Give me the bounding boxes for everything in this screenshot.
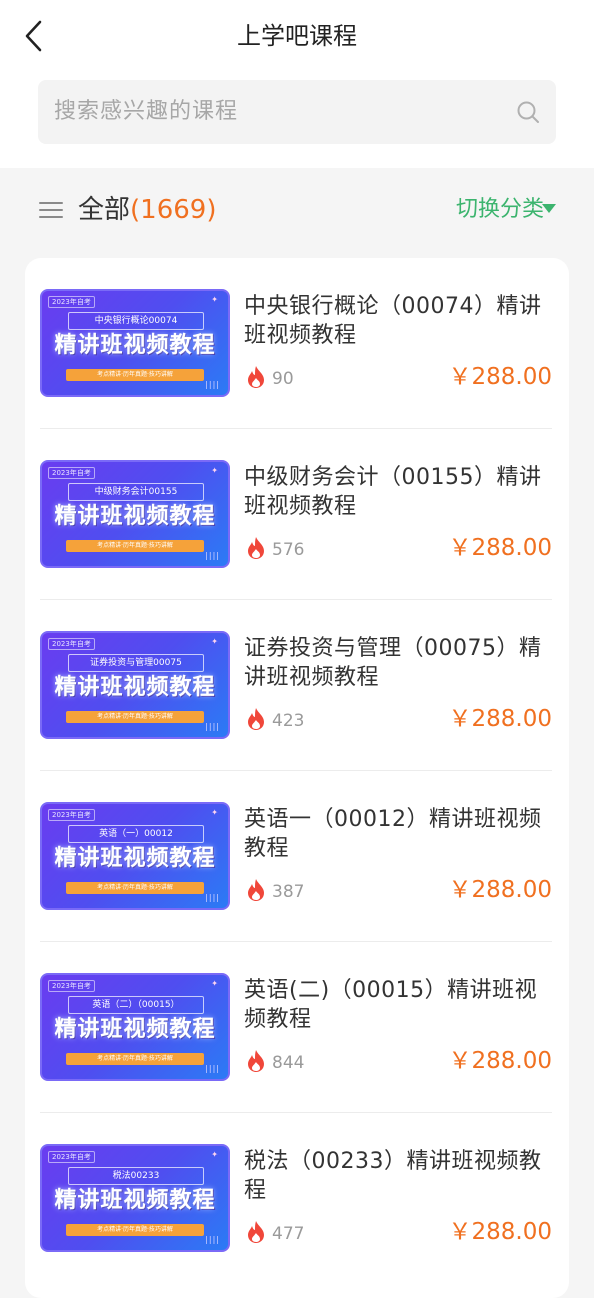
thumb-strip: 考点精讲·历年真题·技巧讲解: [66, 540, 204, 552]
course-count: (1669): [130, 195, 217, 225]
sparkle-icon: ✦: [211, 637, 218, 646]
course-title[interactable]: 税法（00233）精讲班视频教程: [244, 1147, 554, 1205]
thumb-headline: 精讲班视频教程: [54, 846, 216, 871]
list-item[interactable]: 2023年自考 ✦ 英语（一）00012 精讲班视频教程 考点精讲·历年真题·技…: [40, 771, 552, 942]
list-item[interactable]: 2023年自考 ✦ 税法00233 精讲班视频教程 考点精讲·历年真题·技巧讲解…: [40, 1113, 552, 1284]
thumb-headline: 精讲班视频教程: [54, 504, 216, 529]
thumb-strip: 考点精讲·历年真题·技巧讲解: [66, 711, 204, 723]
flame-icon: [248, 537, 264, 559]
sparkle-icon: ✦: [211, 1150, 218, 1159]
course-title[interactable]: 英语一（00012）精讲班视频教程: [244, 805, 554, 863]
thumb-strip: 考点精讲·历年真题·技巧讲解: [66, 882, 204, 894]
search-input[interactable]: 搜索感兴趣的课程: [38, 80, 556, 144]
thumb-strip: 考点精讲·历年真题·技巧讲解: [66, 1224, 204, 1236]
sparkle-icon: ✦: [211, 466, 218, 475]
course-thumbnail[interactable]: 2023年自考 ✦ 中级财务会计00155 精讲班视频教程 考点精讲·历年真题·…: [40, 460, 230, 568]
thumb-headline: 精讲班视频教程: [54, 333, 216, 358]
search-icon[interactable]: [516, 100, 540, 124]
thumb-badge: 2023年自考: [48, 296, 95, 308]
thumb-subject: 英语（一）00012: [68, 825, 204, 843]
view-count: 387: [272, 882, 305, 902]
thumb-dots: ||||: [205, 1235, 220, 1244]
course-thumbnail[interactable]: 2023年自考 ✦ 英语（一）00012 精讲班视频教程 考点精讲·历年真题·技…: [40, 802, 230, 910]
thumb-subject: 中级财务会计00155: [68, 483, 204, 501]
sparkle-icon: ✦: [211, 979, 218, 988]
menu-icon[interactable]: [39, 201, 63, 219]
search-placeholder: 搜索感兴趣的课程: [54, 99, 239, 124]
thumb-dots: ||||: [205, 380, 220, 389]
thumb-badge: 2023年自考: [48, 467, 95, 479]
course-title[interactable]: 中央银行概论（00074）精讲班视频教程: [244, 292, 554, 350]
thumb-badge: 2023年自考: [48, 980, 95, 992]
thumb-dots: ||||: [205, 722, 220, 731]
list-item[interactable]: 2023年自考 ✦ 中级财务会计00155 精讲班视频教程 考点精讲·历年真题·…: [40, 429, 552, 600]
course-list: 2023年自考 ✦ 中央银行概论00074 精讲班视频教程 考点精讲·历年真题·…: [25, 258, 569, 1298]
thumb-dots: ||||: [205, 1064, 220, 1073]
flame-icon: [248, 1221, 264, 1243]
view-count: 90: [272, 369, 294, 389]
course-thumbnail[interactable]: 2023年自考 ✦ 税法00233 精讲班视频教程 考点精讲·历年真题·技巧讲解…: [40, 1144, 230, 1252]
course-price: ￥288.00: [448, 364, 552, 390]
flame-icon: [248, 366, 264, 388]
view-count: 477: [272, 1224, 305, 1244]
flame-icon: [248, 879, 264, 901]
top-bar: 上学吧课程 搜索感兴趣的课程: [0, 0, 594, 168]
thumb-headline: 精讲班视频教程: [54, 675, 216, 700]
thumb-badge: 2023年自考: [48, 638, 95, 650]
course-count-value: 1669: [140, 195, 207, 225]
course-thumbnail[interactable]: 2023年自考 ✦ 证券投资与管理00075 精讲班视频教程 考点精讲·历年真题…: [40, 631, 230, 739]
view-count: 576: [272, 540, 305, 560]
switch-category-button[interactable]: 切换分类: [456, 190, 544, 230]
thumb-subject: 英语（二）（00015）: [68, 996, 204, 1014]
thumb-dots: ||||: [205, 893, 220, 902]
course-price: ￥288.00: [448, 1048, 552, 1074]
thumb-strip: 考点精讲·历年真题·技巧讲解: [66, 1053, 204, 1065]
list-item[interactable]: 2023年自考 ✦ 证券投资与管理00075 精讲班视频教程 考点精讲·历年真题…: [40, 600, 552, 771]
thumb-badge: 2023年自考: [48, 809, 95, 821]
flame-icon: [248, 708, 264, 730]
thumb-subject: 税法00233: [68, 1167, 204, 1185]
list-item[interactable]: 2023年自考 ✦ 中央银行概论00074 精讲班视频教程 考点精讲·历年真题·…: [40, 258, 552, 429]
view-count: 423: [272, 711, 305, 731]
thumb-subject: 中央银行概论00074: [68, 312, 204, 330]
page-title: 上学吧课程: [237, 22, 357, 50]
thumb-strip: 考点精讲·历年真题·技巧讲解: [66, 369, 204, 381]
course-title[interactable]: 英语(二)（00015）精讲班视频教程: [244, 976, 554, 1034]
thumb-badge: 2023年自考: [48, 1151, 95, 1163]
thumb-headline: 精讲班视频教程: [54, 1188, 216, 1213]
thumb-headline: 精讲班视频教程: [54, 1017, 216, 1042]
course-price: ￥288.00: [448, 535, 552, 561]
all-label-text: 全部: [78, 195, 131, 225]
sparkle-icon: ✦: [211, 295, 218, 304]
filter-bar: 全部(1669) 切换分类: [0, 168, 594, 252]
sparkle-icon: ✦: [211, 808, 218, 817]
caret-down-icon[interactable]: [542, 204, 556, 213]
course-title[interactable]: 中级财务会计（00155）精讲班视频教程: [244, 463, 554, 521]
course-price: ￥288.00: [448, 1219, 552, 1245]
all-courses-label: 全部(1669): [78, 190, 217, 230]
list-item[interactable]: 2023年自考 ✦ 英语（二）（00015） 精讲班视频教程 考点精讲·历年真题…: [40, 942, 552, 1113]
course-thumbnail[interactable]: 2023年自考 ✦ 中央银行概论00074 精讲班视频教程 考点精讲·历年真题·…: [40, 289, 230, 397]
thumb-dots: ||||: [205, 551, 220, 560]
course-price: ￥288.00: [448, 706, 552, 732]
course-title[interactable]: 证券投资与管理（00075）精讲班视频教程: [244, 634, 554, 692]
thumb-subject: 证券投资与管理00075: [68, 654, 204, 672]
view-count: 844: [272, 1053, 305, 1073]
course-price: ￥288.00: [448, 877, 552, 903]
course-thumbnail[interactable]: 2023年自考 ✦ 英语（二）（00015） 精讲班视频教程 考点精讲·历年真题…: [40, 973, 230, 1081]
flame-icon: [248, 1050, 264, 1072]
